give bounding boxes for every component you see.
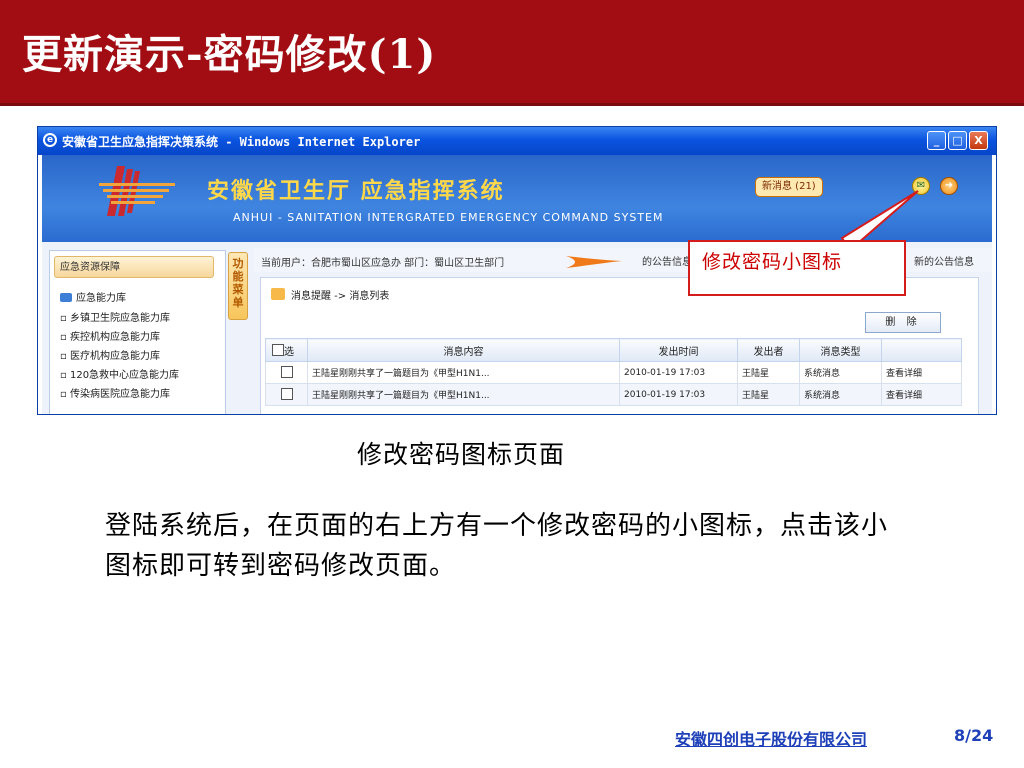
sidebar-header[interactable]: 应急资源保障 (54, 256, 214, 278)
message-time-cell: 2010-01-19 17:03 (619, 383, 738, 406)
new-messages-badge[interactable]: 新消息 (21) (755, 177, 823, 197)
slide-title: 更新演示-密码修改(1) (22, 31, 437, 78)
sidebar-item[interactable]: ▫ 疾控机构应急能力库 (60, 328, 179, 347)
sidebar-item[interactable]: ▫ 120急救中心应急能力库 (60, 366, 179, 385)
callout-box: 修改密码小图标 (688, 240, 906, 296)
message-panel: 消息提醒 -> 消息列表 删 除 选 消息内容 发出时间 发出者 消息类型 王陆… (260, 277, 979, 414)
screenshot-caption: 修改密码图标页面 (357, 440, 566, 469)
table-row: 王陆星刚刚共享了一篇题目为《甲型H1N1... 2010-01-19 17:03… (265, 361, 962, 384)
view-detail-link[interactable]: 查看详细 (881, 361, 962, 384)
sidebar-item[interactable]: ▫ 医疗机构应急能力库 (60, 347, 179, 366)
app-banner: 安徽省卫生厅 应急指挥系统 ANHUI - SANITATION INTERGR… (42, 155, 992, 242)
maximize-button[interactable]: □ (948, 131, 967, 150)
page-number: 8/24 (954, 726, 994, 745)
sidebar-list: ▫ 乡镇卫生院应急能力库 ▫ 疾控机构应急能力库 ▫ 医疗机构应急能力库 ▫ 1… (60, 309, 179, 404)
delete-button[interactable]: 删 除 (865, 312, 941, 333)
browser-title: 安徽省卫生应急指挥决策系统 - Windows Internet Explore… (62, 135, 421, 149)
table-row: 王陆星刚刚共享了一篇题目为《甲型H1N1... 2010-01-19 17:03… (265, 383, 962, 406)
row-checkbox[interactable] (280, 387, 293, 400)
sidebar-item[interactable]: ▫ 传染病医院应急能力库 (60, 385, 179, 404)
column-header: 发出时间 (619, 338, 738, 362)
column-header (881, 338, 962, 362)
message-type-cell: 系统消息 (799, 383, 882, 406)
row-select-cell (265, 361, 308, 384)
message-icon (271, 288, 285, 300)
message-sender-cell: 王陆星 (737, 361, 800, 384)
footer-company: 安徽四创电子股份有限公司 (675, 730, 868, 749)
header-divider (0, 103, 1024, 106)
arrow-icon (566, 256, 622, 268)
app-title-cn: 安徽省卫生厅 应急指挥系统 (207, 178, 505, 204)
browser-titlebar: e 安徽省卫生应急指挥决策系统 - Windows Internet Explo… (38, 127, 996, 155)
notice-right-text[interactable]: 新的公告信息 (914, 253, 974, 268)
breadcrumb: 消息提醒 -> 消息列表 (291, 291, 390, 302)
row-select-cell (265, 383, 308, 406)
column-header: 发出者 (737, 338, 800, 362)
minimize-button[interactable]: _ (927, 131, 946, 150)
column-header: 消息内容 (307, 338, 620, 362)
message-content-cell: 王陆星刚刚共享了一篇题目为《甲型H1N1... (307, 383, 620, 406)
sidebar: 应急资源保障 应急能力库 ▫ 乡镇卫生院应急能力库 ▫ 疾控机构应急能力库 ▫ … (49, 250, 226, 414)
message-table: 选 消息内容 发出时间 发出者 消息类型 王陆星刚刚共享了一篇题目为《甲型H1N… (265, 338, 962, 406)
sidebar-folder[interactable]: 应急能力库 (60, 289, 126, 304)
app-logo-icon (99, 166, 175, 216)
function-menu-tab[interactable]: 功能菜单 (228, 252, 248, 320)
current-user-text: 当前用户：合肥市蜀山区应急办 部门：蜀山区卫生部门 (261, 258, 505, 269)
row-checkbox[interactable] (280, 365, 293, 378)
select-all-header[interactable]: 选 (265, 338, 308, 362)
ie-logo-icon: e (43, 133, 57, 147)
folder-icon (60, 293, 72, 302)
column-header: 消息类型 (799, 338, 882, 362)
message-sender-cell: 王陆星 (737, 383, 800, 406)
slide-body-text: 登陆系统后，在页面的右上方有一个修改密码的小图标，点击该小图标即可转到密码修改页… (105, 511, 889, 581)
change-password-icon[interactable]: ✉ (912, 177, 930, 195)
logout-icon[interactable]: ➜ (940, 177, 958, 195)
select-all-checkbox[interactable] (272, 343, 284, 356)
message-time-cell: 2010-01-19 17:03 (619, 361, 738, 384)
message-type-cell: 系统消息 (799, 361, 882, 384)
view-detail-link[interactable]: 查看详细 (881, 383, 962, 406)
message-content-cell: 王陆星刚刚共享了一篇题目为《甲型H1N1... (307, 361, 620, 384)
app-title-en: ANHUI - SANITATION INTERGRATED EMERGENCY… (233, 211, 664, 224)
close-button[interactable]: X (969, 131, 988, 150)
sidebar-folder-label: 应急能力库 (76, 293, 126, 304)
table-header-row: 选 消息内容 发出时间 发出者 消息类型 (265, 338, 962, 362)
sidebar-item[interactable]: ▫ 乡镇卫生院应急能力库 (60, 309, 179, 328)
